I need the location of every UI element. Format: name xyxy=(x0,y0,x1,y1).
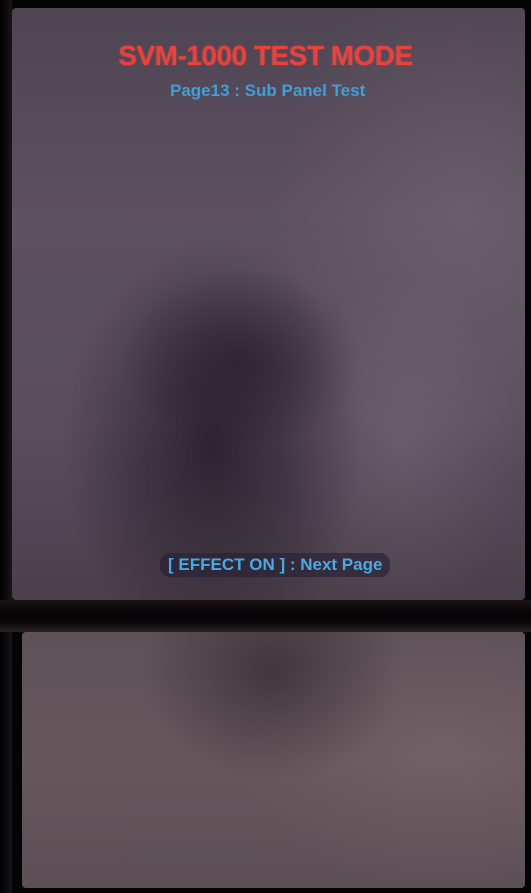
next-page-hint: [ EFFECT ON ] : Next Page xyxy=(160,553,391,577)
panel-divider xyxy=(0,600,531,632)
page-label: Page13 : Sub Panel Test xyxy=(170,81,366,100)
sub-display-panel xyxy=(22,632,525,888)
test-mode-title: SVM-1000 TEST MODE xyxy=(118,40,413,71)
screen-bezel xyxy=(0,0,12,893)
device-screen: SVM-1000 TEST MODE Page13 : Sub Panel Te… xyxy=(0,0,531,893)
